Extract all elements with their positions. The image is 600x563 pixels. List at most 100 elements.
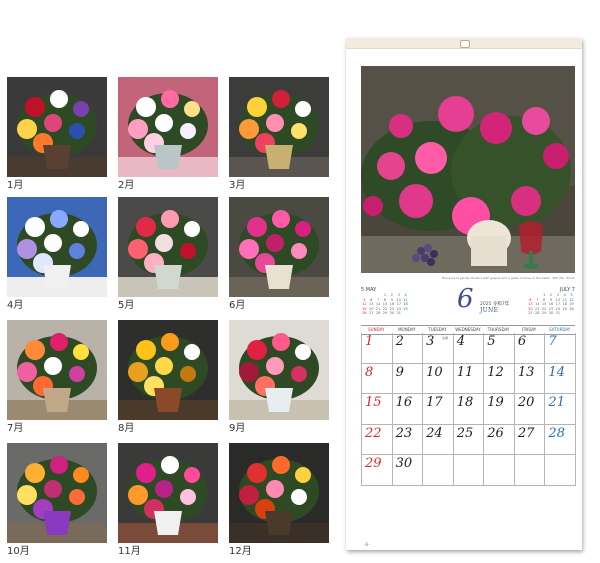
day-grid: 1 2 3 先勝 4 5 6 7 8 9 10 11 12 13 14 15 16 17 18 19 20 21 22 23 2… xyxy=(361,333,576,486)
day-number: 21 xyxy=(548,395,565,411)
day-cell: 1 xyxy=(362,333,393,364)
day-cell: 20 xyxy=(514,394,546,425)
month-label-8: 8月 xyxy=(118,423,135,434)
calendar-month-header: 5 MAY 1 2 3 4 5 6 7 8 9 10 11 12 13 14 15 16 17 18 19 20 21 2… xyxy=(361,284,575,325)
day-cell: 16 xyxy=(392,394,424,425)
prev-month-mini-calendar: 5 MAY 1 2 3 4 5 6 7 8 9 10 11 12 13 14 15 16 17 18 19 20 21 2… xyxy=(361,287,409,316)
month-thumbnail-8 xyxy=(118,320,218,420)
day-cell: 10 xyxy=(423,363,454,395)
day-cell: 2 xyxy=(392,333,424,364)
day-number: 19 xyxy=(487,395,504,411)
month-thumbnail-7 xyxy=(7,320,107,420)
prev-day: 29 xyxy=(382,311,388,316)
day-number: 7 xyxy=(548,334,557,349)
day-cell: 18 xyxy=(453,394,485,425)
month-thumbnail-9 xyxy=(229,320,329,420)
month-label-12: 12月 xyxy=(229,546,252,557)
day-cell: 21 xyxy=(545,394,576,425)
day-number: 2 xyxy=(395,334,404,349)
day-number: 27 xyxy=(517,425,535,441)
day-cell: 12 xyxy=(484,363,515,395)
day-number: 15 xyxy=(365,395,382,411)
prev-day: 26 xyxy=(362,311,367,316)
day-number: 11 xyxy=(456,364,474,380)
day-number: 16 xyxy=(395,395,413,411)
month-thumbnails: 1月 2月 3月 4月 5月 6月 7月 8月 9月 10月 11月 12月 xyxy=(0,0,340,563)
rokuyo-label: 先勝 xyxy=(442,336,449,340)
day-number: 9 xyxy=(395,364,404,380)
next-day: 25 xyxy=(562,306,567,311)
day-cell: 26 xyxy=(484,424,515,456)
month-number: 6 xyxy=(457,284,474,314)
day-number: 14 xyxy=(548,364,565,380)
month-thumbnail-10 xyxy=(7,443,107,543)
month-label-6: 6月 xyxy=(229,300,246,311)
day-number: 24 xyxy=(426,425,443,441)
day-number: 8 xyxy=(365,364,374,380)
day-cell xyxy=(423,455,454,486)
next-day: 30 xyxy=(548,311,554,316)
day-cell: 14 xyxy=(545,363,576,395)
month-label-11: 11月 xyxy=(118,546,141,557)
day-cell: 13 xyxy=(514,363,546,395)
month-thumbnail-1 xyxy=(7,77,107,177)
day-cell: 27 xyxy=(514,424,546,456)
weekday-header-row: SUNDAY MONDAY TUESDAY WEDNESDAY THURSDAY FRID… xyxy=(361,325,575,335)
prev-day: 31 xyxy=(396,311,401,316)
day-number: 6 xyxy=(517,334,527,349)
month-label-2: 2月 xyxy=(118,180,135,191)
next-day: 26 xyxy=(569,306,574,311)
day-number: 20 xyxy=(517,395,535,411)
month-thumbnail-12 xyxy=(229,443,329,543)
next-day: 28 xyxy=(535,311,540,316)
day-number: 22 xyxy=(365,425,382,441)
month-name: JUNE xyxy=(480,307,499,314)
day-number: 28 xyxy=(548,425,565,441)
day-number: 3 xyxy=(426,334,435,349)
month-thumbnail-3 xyxy=(229,77,329,177)
page-number: -6- xyxy=(364,542,370,547)
next-day: 31 xyxy=(555,311,561,316)
day-number: 17 xyxy=(426,395,443,411)
day-cell: 28 xyxy=(545,424,576,456)
day-cell xyxy=(453,455,485,486)
photo-credit: Bouquet of garden flowers with grapes an… xyxy=(442,276,575,280)
calendar-photo-flowers xyxy=(361,66,575,273)
day-cell: 7 xyxy=(545,333,576,364)
day-number: 13 xyxy=(517,364,535,380)
day-cell: 8 xyxy=(362,363,393,395)
day-cell: 17 xyxy=(423,394,454,425)
day-number: 26 xyxy=(487,425,504,441)
day-cell: 6 xyxy=(514,333,546,364)
day-cell: 23 xyxy=(392,424,424,456)
day-cell: 22 xyxy=(362,424,393,456)
day-number: 10 xyxy=(426,364,443,380)
month-label-9: 9月 xyxy=(229,423,246,434)
day-cell: 11 xyxy=(453,363,485,395)
day-cell: 25 xyxy=(453,424,485,456)
next-day: 29 xyxy=(541,311,547,316)
month-thumbnail-11 xyxy=(118,443,218,543)
day-cell xyxy=(545,455,576,486)
month-thumbnail-5 xyxy=(118,197,218,297)
day-number: 1 xyxy=(365,334,374,349)
next-month-mini-calendar: JULY 7 1 2 3 4 5 6 7 8 9 10 11 12 13 14 15 16 17 18 19 20 21… xyxy=(527,287,575,316)
month-label-5: 5月 xyxy=(118,300,135,311)
day-number: 12 xyxy=(487,364,504,380)
month-thumbnail-2 xyxy=(118,77,218,177)
month-thumbnail-6 xyxy=(229,197,329,297)
day-cell xyxy=(484,455,515,486)
next-day: 27 xyxy=(528,311,533,316)
month-label-10: 10月 xyxy=(7,546,30,557)
day-number: 25 xyxy=(456,425,474,441)
day-number: 29 xyxy=(365,456,382,472)
prev-day: 27 xyxy=(369,311,374,316)
day-number: 23 xyxy=(395,425,413,441)
month-thumbnail-4 xyxy=(7,197,107,297)
day-cell: 19 xyxy=(484,394,515,425)
day-number: 30 xyxy=(395,456,413,472)
month-label-3: 3月 xyxy=(229,180,246,191)
day-cell: 24 xyxy=(423,424,454,456)
day-number: 5 xyxy=(487,334,496,349)
prev-day: 25 xyxy=(403,306,408,311)
